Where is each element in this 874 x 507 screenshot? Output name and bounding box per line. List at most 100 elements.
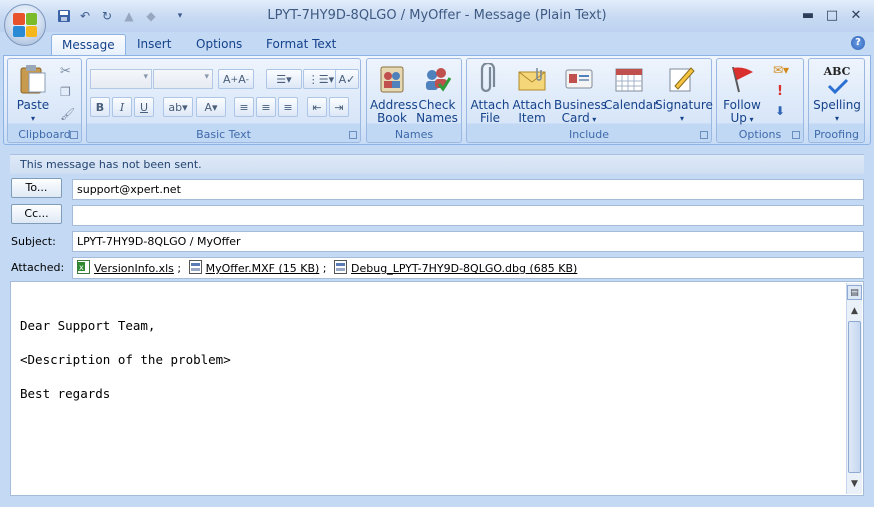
format-painter-icon[interactable]: 🖌	[60, 107, 75, 121]
decrease-indent-icon[interactable]: ⇤	[307, 97, 327, 117]
include-launcher-icon[interactable]	[700, 131, 708, 139]
high-importance-icon[interactable]: !	[777, 84, 783, 99]
names-group-label: Names	[394, 128, 434, 141]
office-logo-icon	[13, 13, 37, 37]
copy-icon[interactable]: ❐	[60, 85, 71, 99]
attach-file-button[interactable]: Attach File	[468, 61, 512, 125]
subject-label: Subject:	[11, 235, 56, 248]
check-names-label-2: Names	[416, 111, 458, 125]
maximize-button[interactable]: □	[822, 8, 842, 24]
tab-message[interactable]: Message	[51, 34, 126, 56]
basic-text-launcher-icon[interactable]	[349, 131, 357, 139]
tab-options[interactable]: Options	[186, 34, 252, 56]
clear-formatting-icon[interactable]: A✓	[335, 69, 359, 89]
attachments-field: x VersionInfo.xls ; MyOffer.MXF (15 KB) ;…	[72, 257, 864, 279]
address-book-label-2: Book	[377, 111, 407, 125]
minimize-button[interactable]: ▬	[798, 8, 818, 24]
scroll-up-icon[interactable]: ▲	[847, 304, 862, 319]
clipboard-launcher-icon[interactable]	[70, 131, 78, 139]
font-size-combo[interactable]	[153, 69, 213, 89]
follow-up-button[interactable]: Follow Up ▾	[718, 61, 766, 126]
attachment-name[interactable]: VersionInfo.xls	[94, 262, 174, 275]
low-importance-icon[interactable]: ⬇	[775, 104, 785, 118]
vertical-scrollbar[interactable]: ▤ ▲ ▼	[846, 283, 862, 494]
font-color-icon[interactable]: A▾	[196, 97, 226, 117]
italic-icon[interactable]: I	[112, 97, 132, 117]
check-names-button[interactable]: Check Names	[415, 61, 459, 125]
cc-button[interactable]: Cc...	[11, 204, 62, 224]
font-name-combo[interactable]	[90, 69, 152, 89]
align-right-icon[interactable]: ≡	[278, 97, 298, 117]
business-card-button[interactable]: Business Card ▾	[554, 61, 607, 126]
basic-text-group: A+A- ☰▾ ⋮☰▾ A✓ B I U ab▾ A▾ ≡ ≡ ≡ ⇤ ⇥ Ba…	[86, 58, 361, 143]
align-center-icon[interactable]: ≡	[256, 97, 276, 117]
to-button[interactable]: To...	[11, 178, 62, 198]
scroll-down-icon[interactable]: ▼	[847, 477, 862, 492]
ruler-toggle-icon[interactable]: ▤	[847, 285, 862, 300]
help-icon[interactable]: ?	[851, 36, 865, 50]
cut-icon[interactable]: ✂	[60, 64, 71, 79]
signature-label: Signature	[655, 98, 713, 112]
abc-text: ABC	[823, 64, 851, 78]
paste-button[interactable]: Paste ▾	[11, 61, 55, 125]
calendar-button[interactable]: Calendar	[604, 61, 658, 112]
signature-button[interactable]: Signature ▾	[655, 61, 713, 125]
cc-field[interactable]	[72, 205, 864, 226]
proofing-group-label: Proofing	[813, 128, 860, 141]
tab-format-text[interactable]: Format Text	[256, 34, 346, 56]
body-line: <Description of the problem>	[20, 352, 231, 367]
window-title: LPYT-7HY9D-8QLGO / MyOffer - Message (Pl…	[267, 8, 607, 23]
underline-icon[interactable]: U	[134, 97, 154, 117]
scrollbar-thumb[interactable]	[848, 321, 861, 473]
body-line: Dear Support Team,	[20, 318, 156, 333]
attachment-item[interactable]: MyOffer.MXF (15 KB)	[188, 260, 323, 275]
tab-insert[interactable]: Insert	[127, 34, 181, 56]
attachment-item[interactable]: x VersionInfo.xls	[77, 260, 177, 275]
business-card-label-2: Card	[561, 111, 590, 125]
attachment-name[interactable]: MyOffer.MXF (15 KB)	[206, 262, 320, 275]
include-group-label: Include	[568, 128, 610, 141]
paperclip-icon	[474, 63, 506, 95]
options-launcher-icon[interactable]	[792, 131, 800, 139]
info-bar: This message has not been sent.	[10, 154, 864, 174]
paste-dropdown-icon: ▾	[30, 114, 35, 123]
attach-file-label-2: File	[479, 111, 501, 125]
attach-item-label-2: Item	[518, 111, 546, 125]
attached-label: Attached:	[11, 261, 65, 274]
highlight-icon[interactable]: ab▾	[163, 97, 193, 117]
signature-icon	[666, 63, 698, 95]
check-names-icon	[421, 63, 453, 95]
spelling-label: Spelling	[813, 98, 861, 112]
file-icon	[334, 260, 348, 274]
bullets-icon[interactable]: ☰▾	[266, 69, 302, 89]
to-field[interactable]: support@xpert.net	[72, 179, 864, 200]
calendar-label: Calendar	[604, 98, 658, 112]
message-body[interactable]	[10, 281, 864, 496]
calendar-icon	[613, 63, 645, 95]
address-book-button[interactable]: Address Book	[370, 61, 418, 125]
subject-field[interactable]: LPYT-7HY9D-8QLGO / MyOffer	[72, 231, 864, 252]
numbering-icon[interactable]: ⋮☰▾	[303, 69, 339, 89]
paste-icon	[17, 63, 49, 95]
bold-icon[interactable]: B	[90, 97, 110, 117]
attach-item-button[interactable]: Attach Item	[510, 61, 554, 125]
attachment-item[interactable]: Debug_LPYT-7HY9D-8QLGO.dbg (685 KB)	[334, 260, 577, 275]
basic-text-group-label: Basic Text	[196, 128, 251, 141]
spelling-dropdown-icon: ▾	[834, 114, 839, 123]
flag-icon	[726, 63, 758, 95]
permission-icon[interactable]: ✉▾	[773, 63, 789, 77]
grow-shrink-font-icon[interactable]: A + A -	[218, 69, 254, 89]
office-button[interactable]	[4, 4, 46, 46]
address-book-icon	[376, 63, 408, 95]
excel-file-icon: x	[77, 260, 90, 274]
attachment-separator: ;	[177, 262, 182, 275]
close-button[interactable]: ✕	[846, 8, 866, 24]
envelope-icon	[516, 63, 548, 95]
increase-indent-icon[interactable]: ⇥	[329, 97, 349, 117]
attachment-name[interactable]: Debug_LPYT-7HY9D-8QLGO.dbg (685 KB)	[351, 262, 577, 275]
spelling-button[interactable]: ABC Spelling ▾	[811, 61, 863, 125]
spelling-icon: ABC	[821, 63, 853, 95]
business-card-dropdown-icon: ▾	[589, 115, 597, 124]
paste-label: Paste	[16, 98, 50, 112]
align-left-icon[interactable]: ≡	[234, 97, 254, 117]
